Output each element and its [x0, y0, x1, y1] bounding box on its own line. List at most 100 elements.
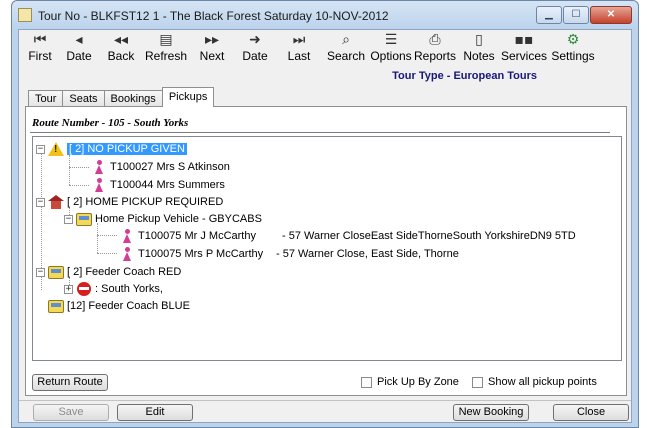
- edit-button[interactable]: Edit: [117, 404, 193, 421]
- bus-icon: [48, 299, 64, 313]
- back-icon: ◂◂: [113, 32, 129, 48]
- notes-icon: ▯: [475, 32, 483, 48]
- services-button[interactable]: ▪▪ Services: [499, 30, 549, 68]
- search-icon: ⌕: [342, 32, 350, 48]
- tab-tour[interactable]: Tour: [28, 90, 64, 107]
- checkbox-label: Show all pickup points: [488, 376, 597, 388]
- tree-line: [69, 167, 89, 168]
- options-button[interactable]: ☰ Options: [370, 30, 412, 68]
- tree-line: [69, 185, 89, 186]
- tree-node-feeder-blue[interactable]: [12] Feeder Coach BLUE: [48, 298, 190, 314]
- tree-line: [69, 155, 70, 185]
- node-label: [12] Feeder Coach BLUE: [67, 300, 190, 312]
- prev-date-button[interactable]: ◂ Date: [57, 30, 101, 68]
- settings-label: Settings: [551, 49, 595, 63]
- first-button[interactable]: ⏮ First: [23, 30, 57, 68]
- pickups-panel: Route Number - 105 - South Yorks − [: [25, 106, 627, 396]
- close-window-button[interactable]: ✕: [590, 6, 632, 24]
- checkbox-box[interactable]: [361, 376, 372, 388]
- tour-type-label: Tour Type - European Tours: [392, 70, 537, 82]
- first-label: First: [28, 49, 52, 63]
- show-all-pickup-points-checkbox[interactable]: Show all pickup points: [472, 376, 597, 388]
- tree-node-no-pickup[interactable]: − [ 2] NO PICKUP GIVEN: [36, 141, 187, 157]
- settings-button[interactable]: ⚙ Settings: [549, 30, 597, 68]
- tree-node-passenger[interactable]: T100027 Mrs S Atkinson: [91, 159, 230, 175]
- tree-node-feeder-red[interactable]: − [ 2] Feeder Coach RED: [36, 264, 181, 280]
- node-label: T100075 Mrs P McCarthy: [138, 248, 264, 260]
- node-label: Home Pickup Vehicle - GBYCABS: [95, 213, 262, 225]
- options-icon: ☰: [384, 32, 398, 48]
- node-label: T100027 Mrs S Atkinson: [110, 161, 230, 173]
- reports-label: Reports: [413, 49, 457, 63]
- tree-line: [97, 223, 98, 253]
- last-label: Last: [287, 49, 311, 63]
- main-window: Tour No - BLKFST12 1 - The Black Forest …: [11, 0, 639, 428]
- node-address: - 57 Warner CloseEast SideThorneSouth Yo…: [282, 230, 576, 242]
- refresh-button[interactable]: ▤ Refresh: [141, 30, 191, 68]
- prev-date-label: Date: [66, 49, 92, 63]
- prev-date-icon: ◂: [75, 32, 83, 48]
- next-button[interactable]: ▸▸ Next: [191, 30, 233, 68]
- expand-toggle[interactable]: +: [64, 284, 73, 294]
- printer-icon: ⎙: [429, 32, 441, 48]
- tab-strip: Tour Seats Bookings Pickups: [28, 87, 215, 107]
- save-button[interactable]: Save: [33, 404, 109, 421]
- tree-node-home-vehicle[interactable]: − Home Pickup Vehicle - GBYCABS: [64, 211, 262, 227]
- tree-node-south-yorks[interactable]: + : South Yorks,: [64, 281, 163, 297]
- search-label: Search: [326, 49, 366, 63]
- notes-button[interactable]: ▯ Notes: [459, 30, 499, 68]
- search-button[interactable]: ⌕ Search: [321, 30, 371, 68]
- tree-line: [97, 253, 117, 254]
- node-label: T100044 Mrs Summers: [110, 179, 225, 191]
- services-icon: ▪▪: [514, 32, 534, 48]
- person-icon: [119, 229, 135, 243]
- pick-up-by-zone-checkbox[interactable]: Pick Up By Zone: [361, 376, 459, 388]
- app-icon: [18, 8, 32, 22]
- collapse-toggle[interactable]: −: [64, 214, 73, 224]
- node-label: [ 2] Feeder Coach RED: [67, 266, 182, 278]
- new-booking-button[interactable]: New Booking: [453, 404, 529, 421]
- minimize-button[interactable]: ▁: [536, 6, 562, 24]
- back-button[interactable]: ◂◂ Back: [101, 30, 141, 68]
- reports-button[interactable]: ⎙ Reports: [411, 30, 459, 68]
- warning-icon: [48, 142, 64, 156]
- next-date-label: Date: [242, 49, 268, 63]
- collapse-toggle[interactable]: −: [36, 197, 45, 207]
- tree-node-passenger[interactable]: T100044 Mrs Summers: [91, 177, 225, 193]
- refresh-icon: ▤: [159, 32, 173, 48]
- window-title: Tour No - BLKFST12 1 - The Black Forest …: [38, 9, 389, 23]
- tab-bookings[interactable]: Bookings: [103, 90, 163, 107]
- last-button[interactable]: ⏭ Last: [277, 30, 321, 68]
- first-icon: ⏮: [33, 32, 47, 48]
- route-title: Route Number - 105 - South Yorks: [32, 117, 189, 129]
- next-date-button[interactable]: ➜ Date: [233, 30, 277, 68]
- checkbox-box[interactable]: [472, 376, 483, 388]
- node-label: T100075 Mr J McCarthy: [138, 230, 256, 242]
- house-icon: [48, 195, 64, 209]
- last-icon: ⏭: [292, 32, 306, 48]
- node-label: [ 2] HOME PICKUP REQUIRED: [67, 196, 224, 208]
- collapse-toggle[interactable]: −: [36, 144, 45, 154]
- client-area: ⏮ First ◂ Date ◂◂ Back ▤ Refresh ▸▸ Next ➜ Dat…: [18, 29, 632, 423]
- title-bar[interactable]: Tour No - BLKFST12 1 - The Black Forest …: [12, 1, 638, 29]
- tab-pickups[interactable]: Pickups: [161, 87, 215, 107]
- tree-node-passenger[interactable]: T100075 Mrs P McCarthy - 57 Warner Close…: [119, 246, 459, 262]
- tree-node-home-pickup[interactable]: − [ 2] HOME PICKUP REQUIRED: [36, 194, 223, 210]
- bus-icon: [76, 212, 92, 226]
- tree-line: [97, 235, 117, 236]
- next-icon: ▸▸: [204, 32, 220, 48]
- node-label: [ 2] NO PICKUP GIVEN: [67, 143, 187, 155]
- close-button[interactable]: Close: [553, 404, 629, 421]
- collapse-toggle[interactable]: −: [36, 267, 45, 277]
- tree-node-passenger[interactable]: T100075 Mr J McCarthy - 57 Warner CloseE…: [119, 228, 576, 244]
- options-label: Options: [370, 49, 412, 63]
- person-icon: [91, 160, 107, 174]
- return-route-button[interactable]: Return Route: [32, 374, 108, 391]
- pickup-tree[interactable]: − [ 2] NO PICKUP GIVEN T100027 Mrs S Atk…: [32, 136, 622, 361]
- notes-label: Notes: [463, 49, 495, 63]
- no-entry-icon: [76, 282, 92, 296]
- tab-seats[interactable]: Seats: [62, 90, 105, 107]
- toolbar: ⏮ First ◂ Date ◂◂ Back ▤ Refresh ▸▸ Next ➜ Dat…: [19, 30, 631, 68]
- maximize-button[interactable]: ☐: [563, 6, 589, 24]
- node-label: : South Yorks,: [95, 283, 163, 295]
